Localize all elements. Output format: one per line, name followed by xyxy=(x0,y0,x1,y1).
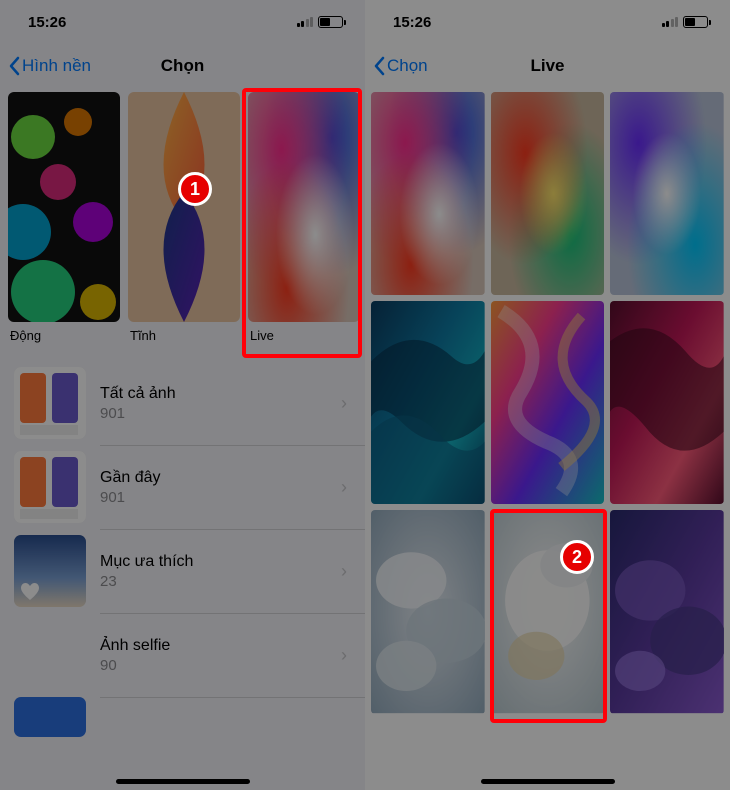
category-live-thumb xyxy=(248,92,360,322)
chevron-right-icon: › xyxy=(341,561,347,582)
wallpaper-categories: Động Tĩnh xyxy=(0,88,365,343)
album-name: Tất cả ảnh xyxy=(100,385,327,403)
album-count: 901 xyxy=(100,405,327,422)
signal-icon xyxy=(297,17,314,27)
category-label: Động xyxy=(8,328,120,343)
back-label: Hình nền xyxy=(22,56,91,76)
album-thumb xyxy=(14,451,86,523)
category-still[interactable]: Tĩnh xyxy=(128,92,240,343)
category-label: Tĩnh xyxy=(128,328,240,343)
battery-icon xyxy=(683,16,708,28)
battery-icon xyxy=(318,16,343,28)
album-thumb xyxy=(14,697,86,737)
album-thumb xyxy=(14,367,86,439)
wallpaper-thumb[interactable] xyxy=(371,92,485,295)
status-time: 15:26 xyxy=(28,14,66,31)
category-live[interactable]: Live xyxy=(248,92,360,343)
nav-bar: Chọn Live xyxy=(365,44,730,88)
category-dynamic[interactable]: Động xyxy=(8,92,120,343)
heart-icon xyxy=(20,583,40,601)
step-marker-1: 1 xyxy=(178,172,212,206)
album-all-photos[interactable]: Tất cả ảnh 901 › xyxy=(0,361,365,445)
back-label: Chọn xyxy=(387,56,428,76)
album-name: Gần đây xyxy=(100,469,327,487)
chevron-left-icon xyxy=(8,56,20,76)
back-button[interactable]: Chọn xyxy=(373,56,428,76)
wallpaper-grid xyxy=(365,92,730,714)
status-bar: 15:26 xyxy=(365,0,730,44)
album-name: Mục ưa thích xyxy=(100,553,327,571)
wallpaper-thumb[interactable] xyxy=(371,301,485,504)
album-selfies[interactable]: Ảnh selfie 90 › xyxy=(0,613,365,697)
phone-left: 15:26 Hình nền Chọn xyxy=(0,0,365,790)
wallpaper-thumb[interactable] xyxy=(610,301,724,504)
chevron-right-icon: › xyxy=(341,477,347,498)
album-thumb xyxy=(14,619,86,691)
status-bar: 15:26 xyxy=(0,0,365,44)
album-list: Tất cả ảnh 901 › Gần đây 901 › Mục ưa t xyxy=(0,361,365,737)
wallpaper-thumb[interactable] xyxy=(491,510,605,713)
signal-icon xyxy=(662,17,679,27)
wallpaper-thumb[interactable] xyxy=(610,510,724,713)
album-recents[interactable]: Gần đây 901 › xyxy=(0,445,365,529)
category-label: Live xyxy=(248,328,360,343)
chevron-right-icon: › xyxy=(341,393,347,414)
nav-bar: Hình nền Chọn xyxy=(0,44,365,88)
album-name: Ảnh selfie xyxy=(100,637,327,655)
wallpaper-thumb[interactable] xyxy=(491,301,605,504)
album-count: 23 xyxy=(100,573,327,590)
wallpaper-thumb[interactable] xyxy=(371,510,485,713)
album-favorites[interactable]: Mục ưa thích 23 › xyxy=(0,529,365,613)
step-marker-2: 2 xyxy=(560,540,594,574)
chevron-left-icon xyxy=(373,56,385,76)
status-indicators xyxy=(662,16,709,28)
album-live-photos[interactable] xyxy=(0,697,365,737)
album-count: 901 xyxy=(100,489,327,506)
album-count: 90 xyxy=(100,657,327,674)
wallpaper-thumb[interactable] xyxy=(610,92,724,295)
wallpaper-thumb[interactable] xyxy=(491,92,605,295)
status-indicators xyxy=(297,16,344,28)
category-dynamic-thumb xyxy=(8,92,120,322)
phone-right: 15:26 Chọn Live xyxy=(365,0,730,790)
home-indicator xyxy=(481,779,615,784)
category-still-thumb xyxy=(128,92,240,322)
home-indicator xyxy=(116,779,250,784)
status-time: 15:26 xyxy=(393,14,431,31)
back-button[interactable]: Hình nền xyxy=(8,56,91,76)
chevron-right-icon: › xyxy=(341,645,347,666)
album-thumb xyxy=(14,535,86,607)
